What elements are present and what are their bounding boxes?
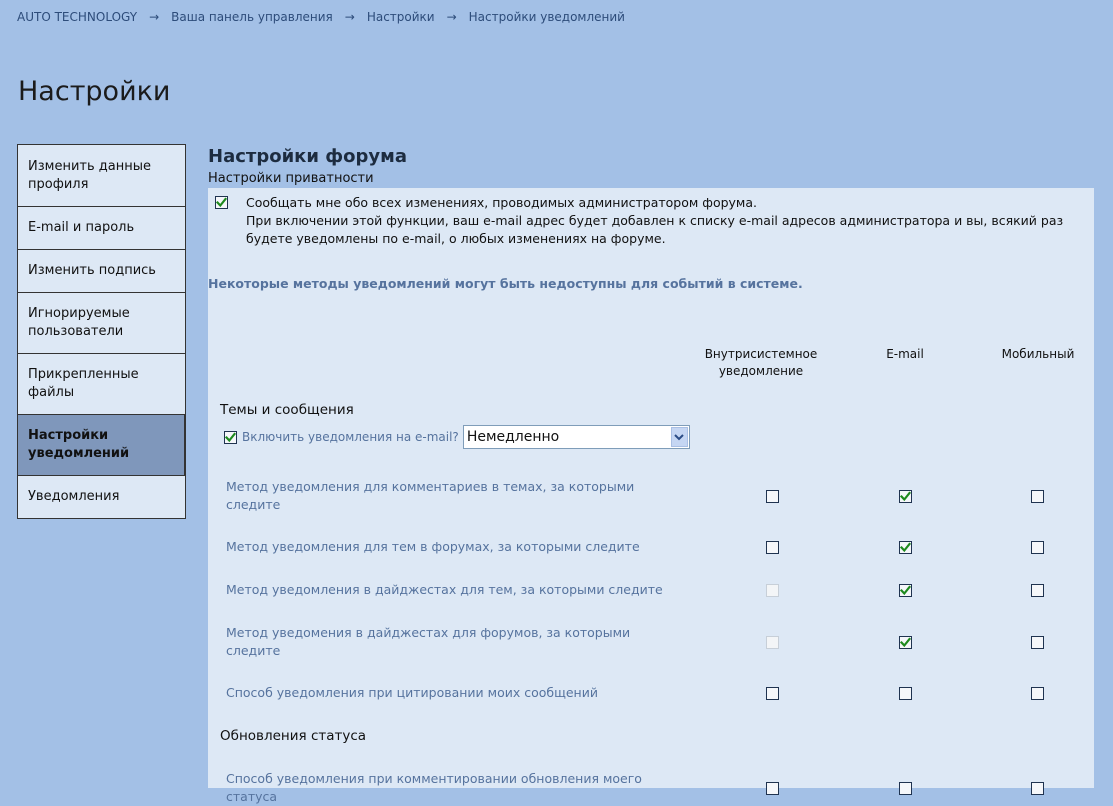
sidebar-item-label: Изменить подпись: [28, 263, 156, 278]
row-email-checkbox[interactable]: [899, 584, 912, 597]
breadcrumb: AUTO TECHNOLOGY → Ваша панель управления…: [17, 10, 625, 24]
row-inapp-checkbox[interactable]: [766, 490, 779, 503]
email-frequency-select[interactable]: Немедленно: [462, 425, 690, 449]
notification-row-label: Метод уведомления для тем в форумах, за …: [226, 539, 640, 554]
sidebar-item-attachments[interactable]: Прикрепленные файлы: [17, 353, 186, 415]
row-inapp-checkbox: [766, 636, 779, 649]
breadcrumb-home-link[interactable]: AUTO TECHNOLOGY: [17, 10, 137, 24]
column-header-mobile: Мобильный: [1001, 347, 1075, 361]
row-email-checkbox[interactable]: [899, 490, 912, 503]
sidebar-item-label: E-mail и пароль: [28, 220, 135, 235]
breadcrumb-separator: →: [446, 10, 457, 24]
breadcrumb-separator: →: [344, 10, 355, 24]
breadcrumb-settings-link[interactable]: Настройки: [367, 10, 435, 24]
settings-sidebar: Изменить данные профиля E-mail и пароль …: [17, 144, 186, 519]
settings-panel: Сообщать мне обо всех изменениях, провод…: [208, 188, 1094, 804]
privacy-section-label: Настройки приватности: [208, 171, 374, 186]
row-email-checkbox[interactable]: [899, 687, 912, 700]
breadcrumb-notification-settings-link[interactable]: Настройки уведомлений: [469, 10, 625, 24]
page-title: Настройки: [18, 76, 171, 107]
row-mobile-checkbox[interactable]: [1031, 584, 1044, 597]
email-frequency-value: Немедленно: [466, 429, 560, 445]
row-mobile-checkbox[interactable]: [1031, 541, 1044, 554]
row-email-checkbox[interactable]: [899, 541, 912, 554]
main-content: Настройки форума Настройки приватности С…: [208, 144, 1094, 804]
sidebar-item-label: Изменить данные профиля: [28, 158, 151, 192]
notification-row-label: Способ уведомления при цитировании моих …: [226, 685, 598, 700]
sidebar-item-notifications[interactable]: Уведомления: [17, 475, 186, 519]
checkmark-icon: [900, 637, 911, 648]
methods-availability-note: Некоторые методы уведомлений могут быть …: [208, 276, 803, 291]
row-email-checkbox[interactable]: [899, 636, 912, 649]
column-header-inapp: Внутрисистемное уведомление: [704, 347, 818, 378]
row-mobile-checkbox[interactable]: [1031, 636, 1044, 649]
row-inapp-checkbox[interactable]: [766, 782, 779, 795]
row-email-checkbox[interactable]: [899, 782, 912, 795]
sidebar-item-edit-profile[interactable]: Изменить данные профиля: [17, 144, 186, 207]
email-notifications-label: Включить уведомления на e-mail?: [242, 430, 459, 444]
row-mobile-checkbox[interactable]: [1031, 490, 1044, 503]
column-header-email: E-mail: [886, 347, 924, 361]
sidebar-item-edit-signature[interactable]: Изменить подпись: [17, 249, 186, 293]
notification-row-label: Метод уведомления для комментариев в тем…: [226, 479, 635, 512]
notification-row-label: Метод уведомления в дайджестах для тем, …: [226, 582, 663, 597]
email-notifications-checkbox[interactable]: [224, 430, 237, 444]
admin-changes-checkbox[interactable]: [215, 196, 228, 209]
checkmark-icon: [225, 431, 236, 442]
breadcrumb-separator: →: [149, 10, 160, 24]
row-inapp-checkbox[interactable]: [766, 687, 779, 700]
sidebar-item-label: Игнорируемые пользователи: [28, 306, 130, 339]
group-title-topics: Темы и сообщения: [220, 402, 354, 418]
row-inapp-checkbox[interactable]: [766, 541, 779, 554]
privacy-option-description: При включении этой функции, ваш e-mail а…: [246, 213, 1064, 246]
sidebar-item-email-password[interactable]: E-mail и пароль: [17, 206, 186, 250]
checkmark-icon: [900, 491, 911, 502]
sidebar-item-label: Настройки уведомлений: [28, 428, 130, 461]
group-title-status-updates: Обновления статуса: [220, 728, 367, 744]
section-title: Настройки форума: [208, 146, 407, 167]
row-inapp-checkbox: [766, 584, 779, 597]
sidebar-item-notification-settings[interactable]: Настройки уведомлений: [17, 414, 186, 476]
notification-row-label: Способ уведомления при комментировании о…: [226, 771, 642, 804]
row-mobile-checkbox[interactable]: [1031, 687, 1044, 700]
checkmark-icon: [900, 542, 911, 553]
email-notifications-toggle: Включить уведомления на e-mail? Немедлен…: [224, 425, 690, 449]
privacy-option-title: Сообщать мне обо всех изменениях, провод…: [246, 195, 757, 210]
checkmark-icon: [900, 585, 911, 596]
notification-row-label: Метод уведомения в дайджестах для форумо…: [226, 625, 631, 658]
sidebar-item-label: Прикрепленные файлы: [28, 367, 139, 400]
checkmark-icon: [216, 197, 227, 208]
row-mobile-checkbox[interactable]: [1031, 782, 1044, 795]
chevron-down-icon[interactable]: [670, 427, 688, 447]
privacy-option: Сообщать мне обо всех изменениях, провод…: [215, 194, 1086, 248]
privacy-option-text: Сообщать мне обо всех изменениях, провод…: [246, 194, 1086, 248]
sidebar-item-label: Уведомления: [28, 489, 120, 504]
sidebar-item-ignored-users[interactable]: Игнорируемые пользователи: [17, 292, 186, 354]
breadcrumb-dashboard-link[interactable]: Ваша панель управления: [171, 10, 333, 24]
